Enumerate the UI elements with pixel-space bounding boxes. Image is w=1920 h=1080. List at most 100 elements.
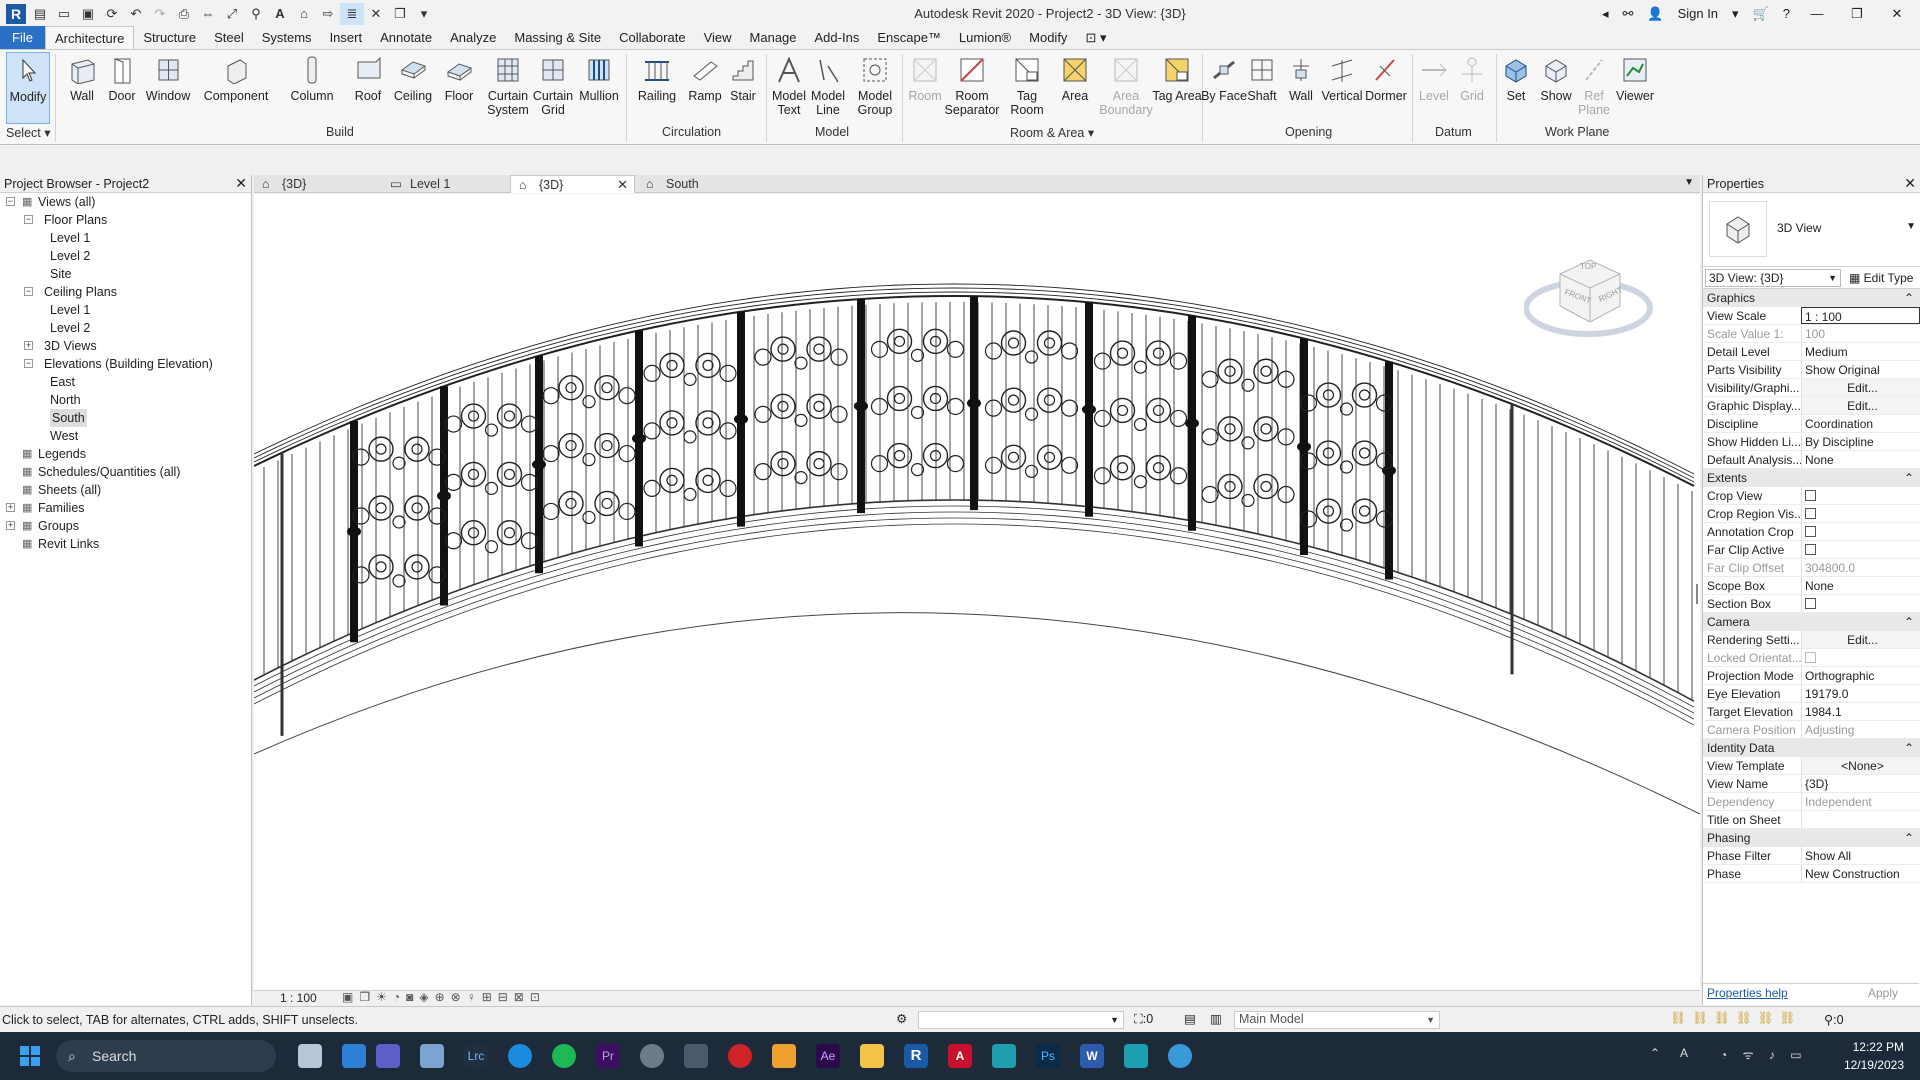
type-selector[interactable]: 3D View ▼ <box>1703 193 1920 267</box>
thin-lines-icon[interactable]: ≣ <box>340 2 364 25</box>
browser-node[interactable]: − Elevations (Building Elevation) <box>0 355 251 373</box>
property-value[interactable]: Show Original <box>1801 361 1920 378</box>
property-value[interactable]: 1984.1 <box>1801 703 1920 720</box>
browser-node[interactable]: − ▦ Views (all) <box>0 193 251 211</box>
restore-icon[interactable]: ❐ <box>1844 6 1870 22</box>
section-icon[interactable]: ⇨ <box>316 3 340 25</box>
floor-button[interactable]: Floor <box>434 52 484 124</box>
roof-button[interactable]: Roof <box>343 52 393 124</box>
collapse-icon[interactable]: − <box>24 287 33 296</box>
tab-enscape[interactable]: Enscape™ <box>868 26 950 49</box>
dormer-button[interactable]: Dormer <box>1362 52 1410 124</box>
browser-node[interactable]: Level 2 <box>0 319 251 337</box>
widgets-icon[interactable] <box>342 1044 366 1068</box>
close-icon[interactable]: ✕ <box>1884 6 1910 22</box>
calculator-icon[interactable] <box>684 1044 708 1068</box>
checkbox-icon[interactable] <box>1805 652 1816 663</box>
instance-selector[interactable]: 3D View: {3D} ▼ <box>1705 268 1841 287</box>
save-icon[interactable]: ▣ <box>76 3 100 25</box>
taskbar-search-box[interactable]: ⌕ Search <box>56 1040 276 1072</box>
property-group-header[interactable]: Identity Data ⌃ <box>1703 739 1920 757</box>
drawing-area[interactable]: TOP FRONT RIGHT <box>254 194 1700 990</box>
expand-icon[interactable]: + <box>24 341 33 350</box>
view-control-icons[interactable]: ▣❐☀◔◙◈⊕⊗♀⊞⊟⊠⊡ <box>342 990 546 1004</box>
property-value[interactable]: Coordination <box>1801 415 1920 432</box>
tab-annotate[interactable]: Annotate <box>371 26 441 49</box>
property-checkbox[interactable] <box>1801 487 1920 504</box>
view-tab-level-1[interactable]: ▭ Level 1 <box>382 175 507 193</box>
tab-systems[interactable]: Systems <box>253 26 321 49</box>
property-value[interactable]: Show All <box>1801 847 1920 864</box>
tray-chevron-icon[interactable]: ⌃ <box>1650 1046 1660 1060</box>
vertical-button[interactable]: Vertical <box>1318 52 1366 124</box>
tab-massing-site[interactable]: Massing & Site <box>505 26 610 49</box>
3d-view-icon[interactable]: ⌂ <box>292 3 316 25</box>
railing-button[interactable]: Railing <box>632 52 682 124</box>
property-group-header[interactable]: Phasing ⌃ <box>1703 829 1920 847</box>
network-volume-battery-icons[interactable]: ◔ ᯤ ♪ ▭ <box>1720 1046 1808 1063</box>
room-area-panel-label[interactable]: Room & Area ▾ <box>1010 125 1094 140</box>
user-icon[interactable]: 👤 <box>1647 6 1663 22</box>
collapse-icon[interactable]: − <box>24 215 33 224</box>
cart-icon[interactable]: 🛒 <box>1753 6 1769 22</box>
tab-manage[interactable]: Manage <box>741 26 806 49</box>
collapse-icon[interactable]: ⌃ <box>1904 613 1914 631</box>
property-value[interactable]: {3D} <box>1801 775 1920 792</box>
tag-room-button[interactable]: Tag Room <box>1002 52 1052 124</box>
tab-lumion[interactable]: Lumion® <box>950 26 1020 49</box>
app-icon[interactable] <box>640 1044 664 1068</box>
property-group-header[interactable]: Extents ⌃ <box>1703 469 1920 487</box>
after-effects-icon[interactable]: Ae <box>816 1044 840 1068</box>
sign-in-link[interactable]: Sign In <box>1678 6 1718 21</box>
property-edit-button[interactable]: <None> <box>1801 757 1920 774</box>
tab-view[interactable]: View <box>695 26 741 49</box>
premiere-icon[interactable]: Pr <box>596 1044 620 1068</box>
properties-help-link[interactable]: Properties help <box>1707 986 1788 1000</box>
browser-node[interactable]: South <box>0 409 251 427</box>
sync-icon[interactable]: ⟳ <box>100 3 124 25</box>
expand-icon[interactable]: + <box>6 521 15 530</box>
apply-button[interactable]: Apply <box>1853 986 1913 1000</box>
component-button[interactable]: Component <box>200 52 272 124</box>
open-folder-icon[interactable]: ▭ <box>52 3 76 25</box>
property-value[interactable]: By Discipline <box>1801 433 1920 450</box>
editable-only-icon[interactable]: ▤ <box>1184 1011 1196 1026</box>
opera-icon[interactable] <box>728 1044 752 1068</box>
browser-node[interactable]: − Ceiling Plans <box>0 283 251 301</box>
ribbon-minimize-icon[interactable]: ⊡ ▾ <box>1076 26 1115 49</box>
browser-node[interactable]: Level 1 <box>0 301 251 319</box>
room-separator-button[interactable]: Room Separator <box>944 52 1000 124</box>
minimize-icon[interactable]: — <box>1804 6 1830 21</box>
close-hidden-icon[interactable]: ✕ <box>364 3 388 25</box>
customize-qat-icon[interactable]: ▾ <box>412 3 436 25</box>
switch-windows-icon[interactable]: ❐ <box>388 3 412 25</box>
property-checkbox[interactable] <box>1801 541 1920 558</box>
checkbox-icon[interactable] <box>1805 598 1816 609</box>
collapse-icon[interactable]: ⌃ <box>1904 289 1914 307</box>
tab-insert[interactable]: Insert <box>321 26 372 49</box>
3ds-max-icon[interactable] <box>992 1044 1016 1068</box>
collapse-icon[interactable]: ⌃ <box>1904 739 1914 757</box>
windows-start-icon[interactable] <box>20 1046 40 1066</box>
teams-icon[interactable] <box>376 1044 400 1068</box>
browser-node[interactable]: ▦ Sheets (all) <box>0 481 251 499</box>
clock-date[interactable]: 12/19/2023 <box>1836 1058 1904 1072</box>
design-options-icon[interactable]: ▥ <box>1210 1011 1222 1026</box>
property-edit-button[interactable]: Edit... <box>1801 379 1920 396</box>
view-tab-3d[interactable]: ⌂ {3D} <box>254 175 379 193</box>
clock-time[interactable]: 12:22 PM <box>1840 1040 1904 1054</box>
property-value[interactable]: Medium <box>1801 343 1920 360</box>
collapse-icon[interactable]: ⌃ <box>1904 829 1914 847</box>
photoshop-icon[interactable]: Ps <box>1036 1044 1060 1068</box>
room-button[interactable]: Room <box>900 52 950 124</box>
lightroom-icon[interactable]: Lrc <box>464 1044 488 1068</box>
browser-node[interactable]: − Floor Plans <box>0 211 251 229</box>
tab-steel[interactable]: Steel <box>205 26 253 49</box>
3ds-max-2-icon[interactable] <box>1124 1044 1148 1068</box>
undo-icon[interactable]: ↶ <box>124 3 148 25</box>
browser-node[interactable]: East <box>0 373 251 391</box>
media-icon[interactable] <box>772 1044 796 1068</box>
browser-node[interactable]: + ▦ Families <box>0 499 251 517</box>
globe-icon[interactable] <box>1168 1044 1192 1068</box>
ceiling-button[interactable]: Ceiling <box>388 52 438 124</box>
